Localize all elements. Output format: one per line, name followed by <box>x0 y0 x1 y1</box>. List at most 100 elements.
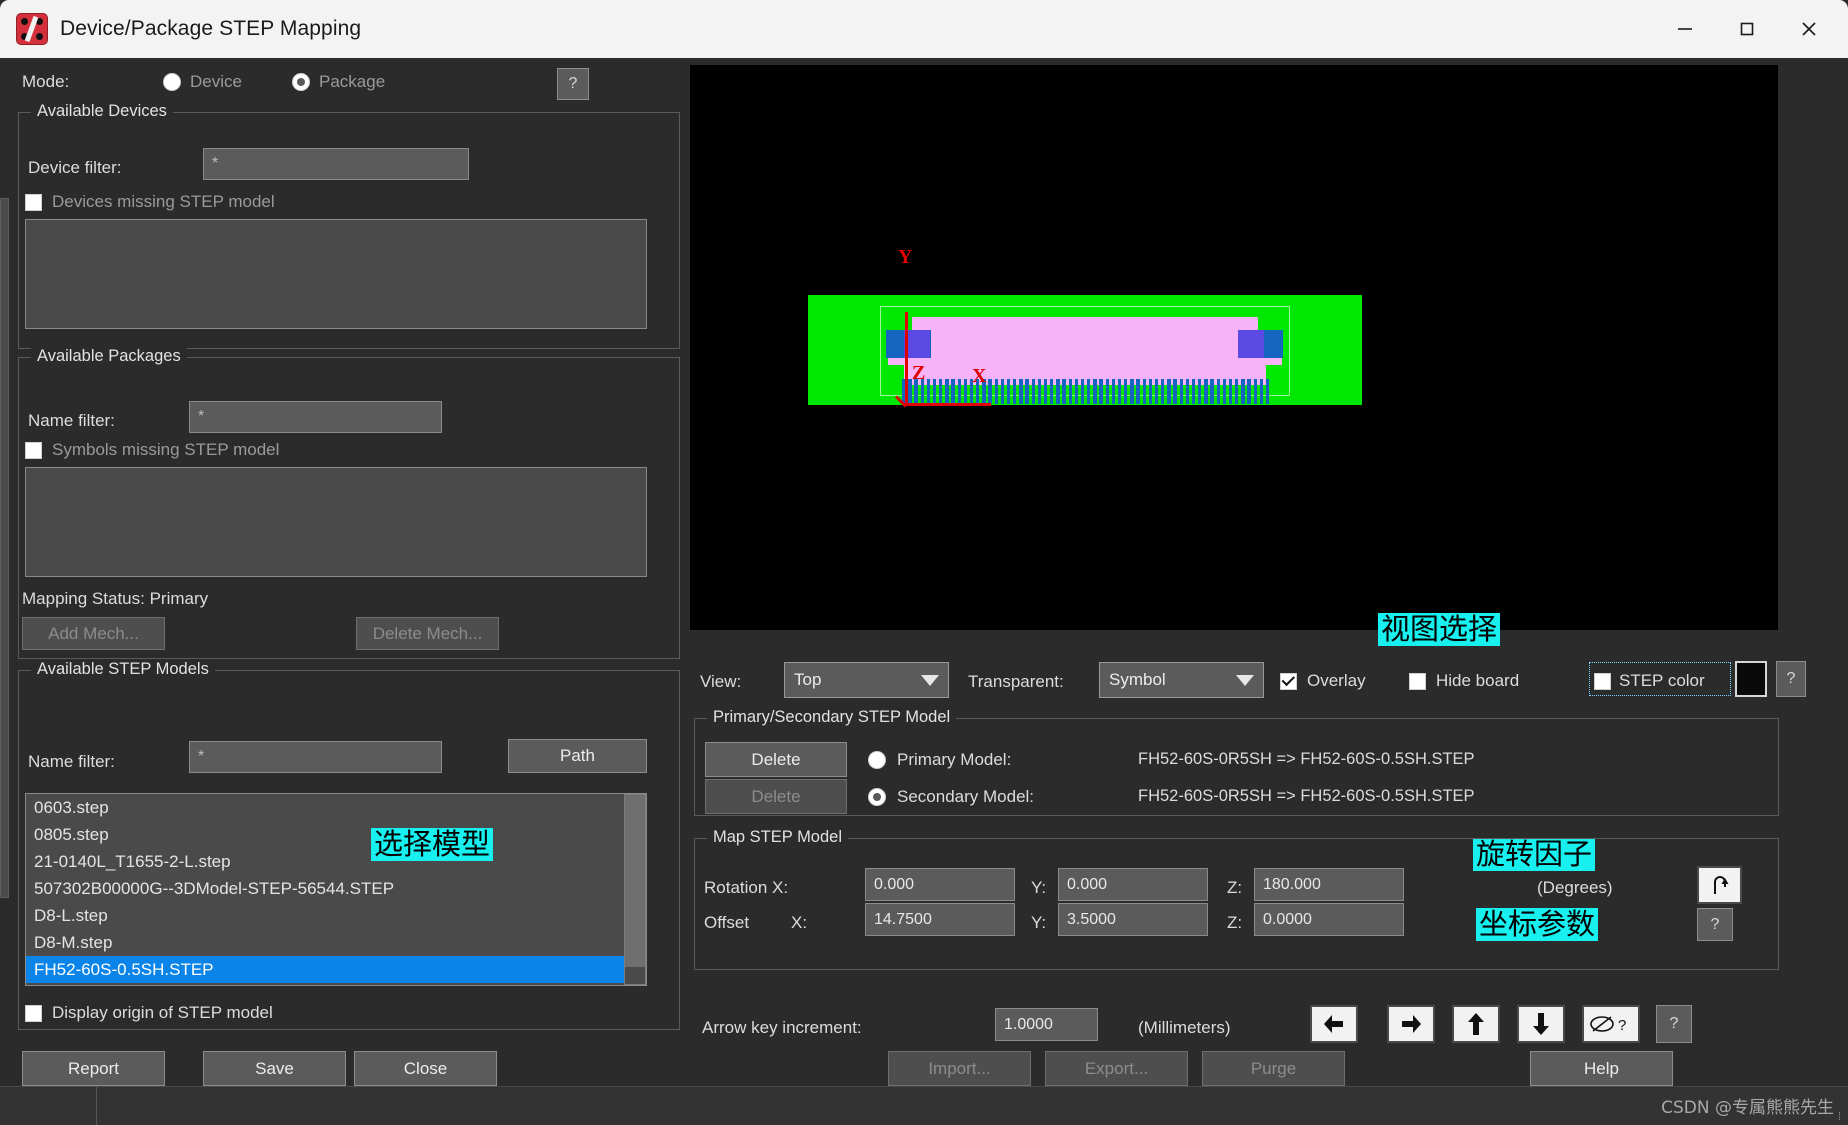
offset-x-input[interactable]: 14.7500 <box>865 903 1015 936</box>
connector-pin <box>1228 379 1233 404</box>
radio-device-icon[interactable] <box>163 73 181 91</box>
step-color-swatch[interactable] <box>1735 661 1767 697</box>
step-name-filter-input[interactable]: * <box>189 741 442 773</box>
mode-radio-device[interactable]: Device <box>163 72 242 92</box>
connector-pin <box>1105 379 1109 404</box>
connector-pin <box>932 379 937 404</box>
connector-pin <box>1031 379 1035 404</box>
step-model-list-item[interactable]: FH52-60S-0.5SH.STEP <box>26 956 624 983</box>
rotation-x-label: Rotation X: <box>704 878 789 897</box>
checkbox-devices-missing-icon[interactable] <box>25 193 42 211</box>
help-button[interactable]: Help <box>1530 1051 1673 1086</box>
checkbox-display-origin-icon[interactable] <box>25 1004 42 1022</box>
maximize-button[interactable] <box>1716 0 1778 58</box>
delete-mech-button[interactable]: Delete Mech... <box>356 617 499 650</box>
close-dialog-button[interactable]: Close <box>354 1051 497 1086</box>
connector-pin <box>1198 379 1202 404</box>
step-model-list-item[interactable]: D8-M.step <box>26 929 624 956</box>
connector-pin <box>1167 379 1171 404</box>
arrow-key-increment-input[interactable]: 1.0000 <box>995 1008 1098 1041</box>
report-button[interactable]: Report <box>22 1051 165 1086</box>
purge-button[interactable]: Purge <box>1202 1051 1345 1086</box>
device-filter-input[interactable]: * <box>203 148 469 180</box>
hide-board-checkbox[interactable]: Hide board <box>1409 671 1519 691</box>
connector-pin <box>1222 379 1227 404</box>
display-origin-checkbox[interactable]: Display origin of STEP model <box>25 1003 273 1023</box>
close-button[interactable] <box>1778 0 1840 58</box>
connector-pin <box>1111 379 1116 404</box>
available-devices-list[interactable] <box>25 219 647 329</box>
step-models-scrollbar[interactable] <box>624 794 646 985</box>
path-button[interactable]: Path <box>508 739 647 773</box>
step-color-label: STEP color <box>1619 671 1705 690</box>
checkbox-symbols-missing-icon[interactable] <box>25 441 42 459</box>
checkbox-overlay-icon[interactable] <box>1280 672 1297 690</box>
view-help-button[interactable]: ? <box>1776 661 1806 697</box>
delete-secondary-button[interactable]: Delete <box>705 779 847 814</box>
resize-grip-icon[interactable]: ⁞ <box>1838 1111 1842 1123</box>
minimize-button[interactable] <box>1654 0 1716 58</box>
move-right-icon[interactable] <box>1387 1005 1435 1043</box>
available-packages-list[interactable] <box>25 467 647 577</box>
annotation-view-select: 视图选择 <box>1378 613 1501 647</box>
connector-pin <box>926 379 931 404</box>
symbols-missing-step-label: Symbols missing STEP model <box>52 440 280 459</box>
chevron-down-icon[interactable] <box>921 674 939 686</box>
step-model-list-item[interactable]: 0805.step <box>26 821 624 848</box>
checkbox-step-color-icon[interactable] <box>1594 672 1611 690</box>
transparent-select[interactable]: Symbol <box>1099 662 1264 698</box>
step-model-list-item[interactable]: D8-L.step <box>26 902 624 929</box>
radio-package-icon[interactable] <box>292 73 310 91</box>
step-color-checkbox[interactable]: STEP color <box>1594 671 1705 691</box>
import-button[interactable]: Import... <box>888 1051 1031 1086</box>
model-preview-viewport[interactable]: Y Z X <box>690 65 1778 630</box>
devices-missing-step-checkbox[interactable]: Devices missing STEP model <box>25 192 275 212</box>
arrow-help-button[interactable]: ? <box>1656 1005 1692 1043</box>
package-name-filter-input[interactable]: * <box>189 401 442 433</box>
rotation-x-input[interactable]: 0.000 <box>865 868 1015 901</box>
rotate-ccw-icon[interactable] <box>1697 866 1742 904</box>
step-model-list-item[interactable]: 507302B00000G--3DModel-STEP-56544.STEP <box>26 875 624 902</box>
move-left-icon[interactable] <box>1310 1005 1358 1043</box>
left-scrollbar[interactable] <box>0 198 9 898</box>
checkbox-hide-board-icon[interactable] <box>1409 672 1426 690</box>
overlay-checkbox[interactable]: Overlay <box>1280 671 1366 691</box>
connector-pin <box>1025 379 1029 404</box>
offset-z-input[interactable]: 0.0000 <box>1254 903 1404 936</box>
step-model-list-item[interactable]: 21-0140L_T1655-2-L.step <box>26 848 624 875</box>
step-model-list-item[interactable]: 0603.step <box>26 794 624 821</box>
mode-help-button[interactable]: ? <box>557 68 589 100</box>
connector-pin <box>1099 379 1103 404</box>
connector-pin <box>1080 379 1085 404</box>
connector-pin <box>1148 379 1153 404</box>
mode-radio-package[interactable]: Package <box>292 72 385 92</box>
offset-y-label: Y: <box>1031 913 1047 932</box>
available-step-models-list[interactable]: 0603.step 0805.step 21-0140L_T1655-2-L.ste… <box>25 793 647 986</box>
connector-pin <box>1087 379 1091 404</box>
status-bar-separator <box>96 1087 97 1125</box>
save-button[interactable]: Save <box>203 1051 346 1086</box>
export-button[interactable]: Export... <box>1045 1051 1188 1086</box>
connector-pin <box>1253 379 1257 404</box>
map-step-help-button[interactable]: ? <box>1697 908 1733 941</box>
axis-label-z: Z <box>912 362 926 384</box>
rotation-z-input[interactable]: 180.000 <box>1254 868 1404 901</box>
radio-secondary-model-icon[interactable] <box>868 788 886 806</box>
rotation-z-label: Z: <box>1227 878 1243 897</box>
symbols-missing-step-checkbox[interactable]: Symbols missing STEP model <box>25 440 279 460</box>
primary-model-radio[interactable]: Primary Model: <box>868 750 1011 770</box>
scrollbar-thumb[interactable] <box>625 795 645 967</box>
offset-y-input[interactable]: 3.5000 <box>1058 903 1208 936</box>
view-select[interactable]: Top <box>784 662 949 698</box>
device-filter-label: Device filter: <box>28 158 122 177</box>
rotation-y-input[interactable]: 0.000 <box>1058 868 1208 901</box>
no-move-icon[interactable]: ? <box>1582 1005 1640 1043</box>
move-down-icon[interactable] <box>1517 1005 1565 1043</box>
radio-primary-model-icon[interactable] <box>868 751 886 769</box>
add-mech-button[interactable]: Add Mech... <box>22 617 165 650</box>
delete-primary-button[interactable]: Delete <box>705 742 847 777</box>
secondary-model-radio[interactable]: Secondary Model: <box>868 787 1034 807</box>
move-up-icon[interactable] <box>1452 1005 1500 1043</box>
chevron-down-icon-2[interactable] <box>1236 674 1254 686</box>
connector-pin <box>1191 379 1196 404</box>
